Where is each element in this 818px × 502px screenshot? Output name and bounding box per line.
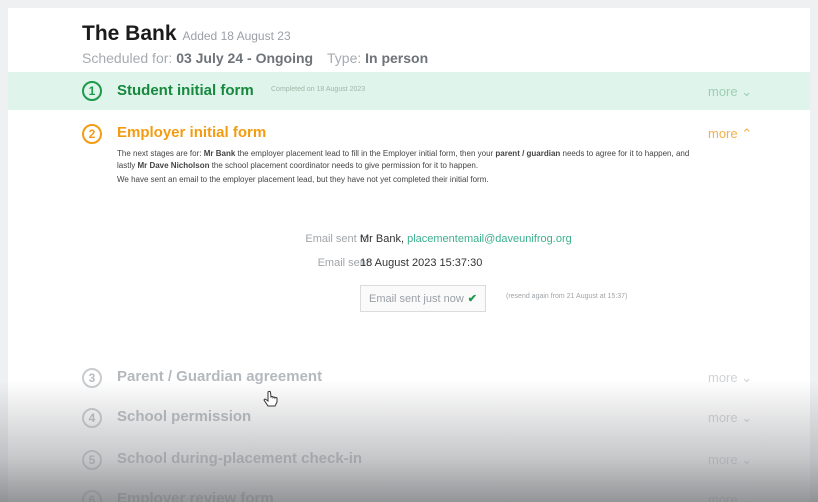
step-number-icon: 1 bbox=[82, 81, 102, 101]
type-value: In person bbox=[365, 50, 429, 66]
resend-note: (resend again from 21 August at 15:37) bbox=[506, 293, 628, 300]
step-label: School permission bbox=[117, 408, 252, 425]
step-school-check-in[interactable]: 5 School during-placement check-in more … bbox=[8, 446, 810, 474]
email-details: Email sent to: Mr Bank, placementemail@d… bbox=[188, 233, 748, 315]
recipient-email-link[interactable]: placementemail@daveunifrog.org bbox=[407, 233, 572, 245]
step-label: School during-placement check-in bbox=[117, 450, 363, 467]
step-label: Employer initial form bbox=[117, 124, 267, 141]
step-school-permission[interactable]: 4 School permission more ⌄ bbox=[8, 404, 810, 432]
placement-title: The Bank bbox=[82, 22, 177, 45]
more-toggle[interactable]: more ⌄ bbox=[708, 410, 752, 426]
email-sent-row: Email sent: 18 August 2023 15:37:30 bbox=[188, 257, 748, 281]
step-label: Parent / Guardian agreement bbox=[117, 368, 323, 385]
schedule-info: Scheduled for: 03 July 24 - Ongoing Type… bbox=[82, 50, 428, 66]
resend-row: Email sent just now ✔ (resend again from… bbox=[188, 285, 748, 315]
step-label: Student initial form bbox=[117, 82, 254, 99]
step-student-initial-form[interactable]: 1 Student initial form Completed on 18 A… bbox=[8, 72, 810, 110]
more-toggle[interactable]: more ⌄ bbox=[708, 84, 752, 100]
step-number-icon: 6 bbox=[82, 490, 102, 502]
placement-panel: The Bank Added 18 August 23 Scheduled fo… bbox=[8, 8, 810, 502]
next-stages-text: The next stages are for: Mr Bank the emp… bbox=[117, 148, 707, 171]
more-toggle[interactable]: more ⌄ bbox=[708, 370, 752, 386]
step-parent-guardian-agreement[interactable]: 3 Parent / Guardian agreement more ⌄ bbox=[8, 364, 810, 392]
step-number-icon: 4 bbox=[82, 408, 102, 428]
email-sent-to-label: Email sent to: bbox=[305, 233, 372, 245]
step-number-icon: 5 bbox=[82, 450, 102, 470]
parent-guardian-text: parent / guardian bbox=[495, 149, 561, 158]
more-toggle[interactable]: more ⌄ bbox=[708, 452, 752, 468]
recipient-name: Mr Bank, bbox=[360, 233, 408, 245]
desc-text: The next stages are for: bbox=[117, 149, 204, 158]
step-status: Completed on 18 August 2023 bbox=[271, 86, 366, 93]
step-number-icon: 2 bbox=[82, 124, 102, 144]
type-label: Type: bbox=[327, 50, 362, 66]
email-sent-value: 18 August 2023 15:37:30 bbox=[360, 257, 483, 269]
placement-header: The Bank Added 18 August 23 Scheduled fo… bbox=[82, 22, 428, 66]
step-number-icon: 3 bbox=[82, 368, 102, 388]
step-label: Employer review form bbox=[117, 490, 274, 502]
coordinator-name: Mr Dave Nicholson bbox=[137, 160, 210, 170]
desc-text: the employer placement lead to fill in t… bbox=[235, 149, 496, 158]
scheduled-label: Scheduled for: bbox=[82, 50, 173, 66]
email-sent-label: Email sent: bbox=[317, 257, 372, 269]
scheduled-value: 03 July 24 - Ongoing bbox=[176, 50, 314, 66]
email-status-text: We have sent an email to the employer pl… bbox=[117, 175, 489, 184]
more-toggle[interactable]: more ⌄ bbox=[708, 492, 752, 502]
added-date: Added 18 August 23 bbox=[182, 29, 291, 43]
more-toggle[interactable]: more ⌃ bbox=[708, 126, 752, 142]
hand-pointer-icon bbox=[263, 390, 278, 407]
email-sent-to-value: Mr Bank, placementemail@daveunifrog.org bbox=[360, 233, 572, 245]
email-sent-to-row: Email sent to: Mr Bank, placementemail@d… bbox=[188, 233, 748, 257]
step-employer-initial-form[interactable]: 2 Employer initial form more ⌃ bbox=[8, 120, 810, 148]
check-icon: ✔ bbox=[467, 293, 477, 305]
step-employer-review-form[interactable]: 6 Employer review form more ⌄ bbox=[8, 486, 810, 502]
employer-name: Mr Bank bbox=[203, 149, 236, 158]
employer-form-description: The next stages are for: Mr Bank the emp… bbox=[117, 148, 707, 189]
desc-text: the school placement coordinator needs t… bbox=[209, 160, 479, 170]
email-sent-button[interactable]: Email sent just now ✔ bbox=[360, 285, 486, 312]
email-sent-button-label: Email sent just now bbox=[369, 292, 464, 305]
